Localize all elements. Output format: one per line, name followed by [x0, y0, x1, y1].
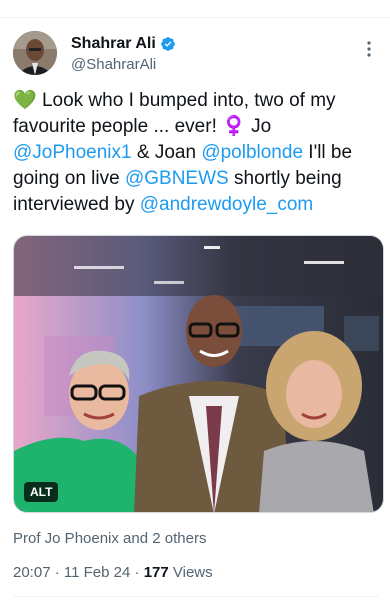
tweet-photo[interactable]: ALT [13, 235, 384, 513]
top-divider [0, 0, 390, 18]
more-options-icon[interactable] [359, 39, 379, 59]
tweet-text-part: Look who I bumped into, two of my favour… [13, 90, 336, 137]
tweet-header: Shahrar Ali @ShahrarAli [13, 31, 383, 79]
author-handle[interactable]: @ShahrarAli [71, 55, 176, 75]
green-heart-icon: 💚 [13, 90, 37, 111]
mention-link[interactable]: @JoPhoenix1 [13, 142, 132, 163]
views-label: Views [168, 564, 213, 581]
mention-link[interactable]: @andrewdoyle_com [140, 194, 314, 215]
tweet-metadata: 20:07 · 11 Feb 24 · 177 Views [13, 563, 213, 583]
tweet-date[interactable]: 11 Feb 24 [64, 564, 130, 581]
female-sign-icon: ♀️ [222, 116, 246, 137]
alt-text-button[interactable]: ALT [24, 482, 59, 502]
photo-illustration [14, 236, 383, 512]
liked-by-link[interactable]: Prof Jo Phoenix and 2 others [13, 529, 206, 549]
separator: · [130, 564, 144, 581]
tweet-text-part: Jo [245, 116, 272, 137]
bottom-divider [13, 596, 379, 597]
tweet-text: 💚 Look who I bumped into, two of my favo… [13, 88, 379, 218]
tweet-text-part: & Joan [131, 142, 202, 163]
mention-link[interactable]: @GBNEWS [125, 168, 229, 189]
separator: · [50, 564, 64, 581]
author-display-name-row[interactable]: Shahrar Ali [71, 34, 176, 54]
tweet-time[interactable]: 20:07 [13, 564, 51, 581]
author-display-name[interactable]: Shahrar Ali [71, 34, 156, 54]
verified-badge-icon [160, 36, 176, 52]
author-names: Shahrar Ali @ShahrarAli [71, 34, 176, 75]
author-avatar[interactable] [13, 31, 57, 75]
views-count: 177 [143, 564, 169, 581]
mention-link[interactable]: @polblonde [201, 142, 303, 163]
